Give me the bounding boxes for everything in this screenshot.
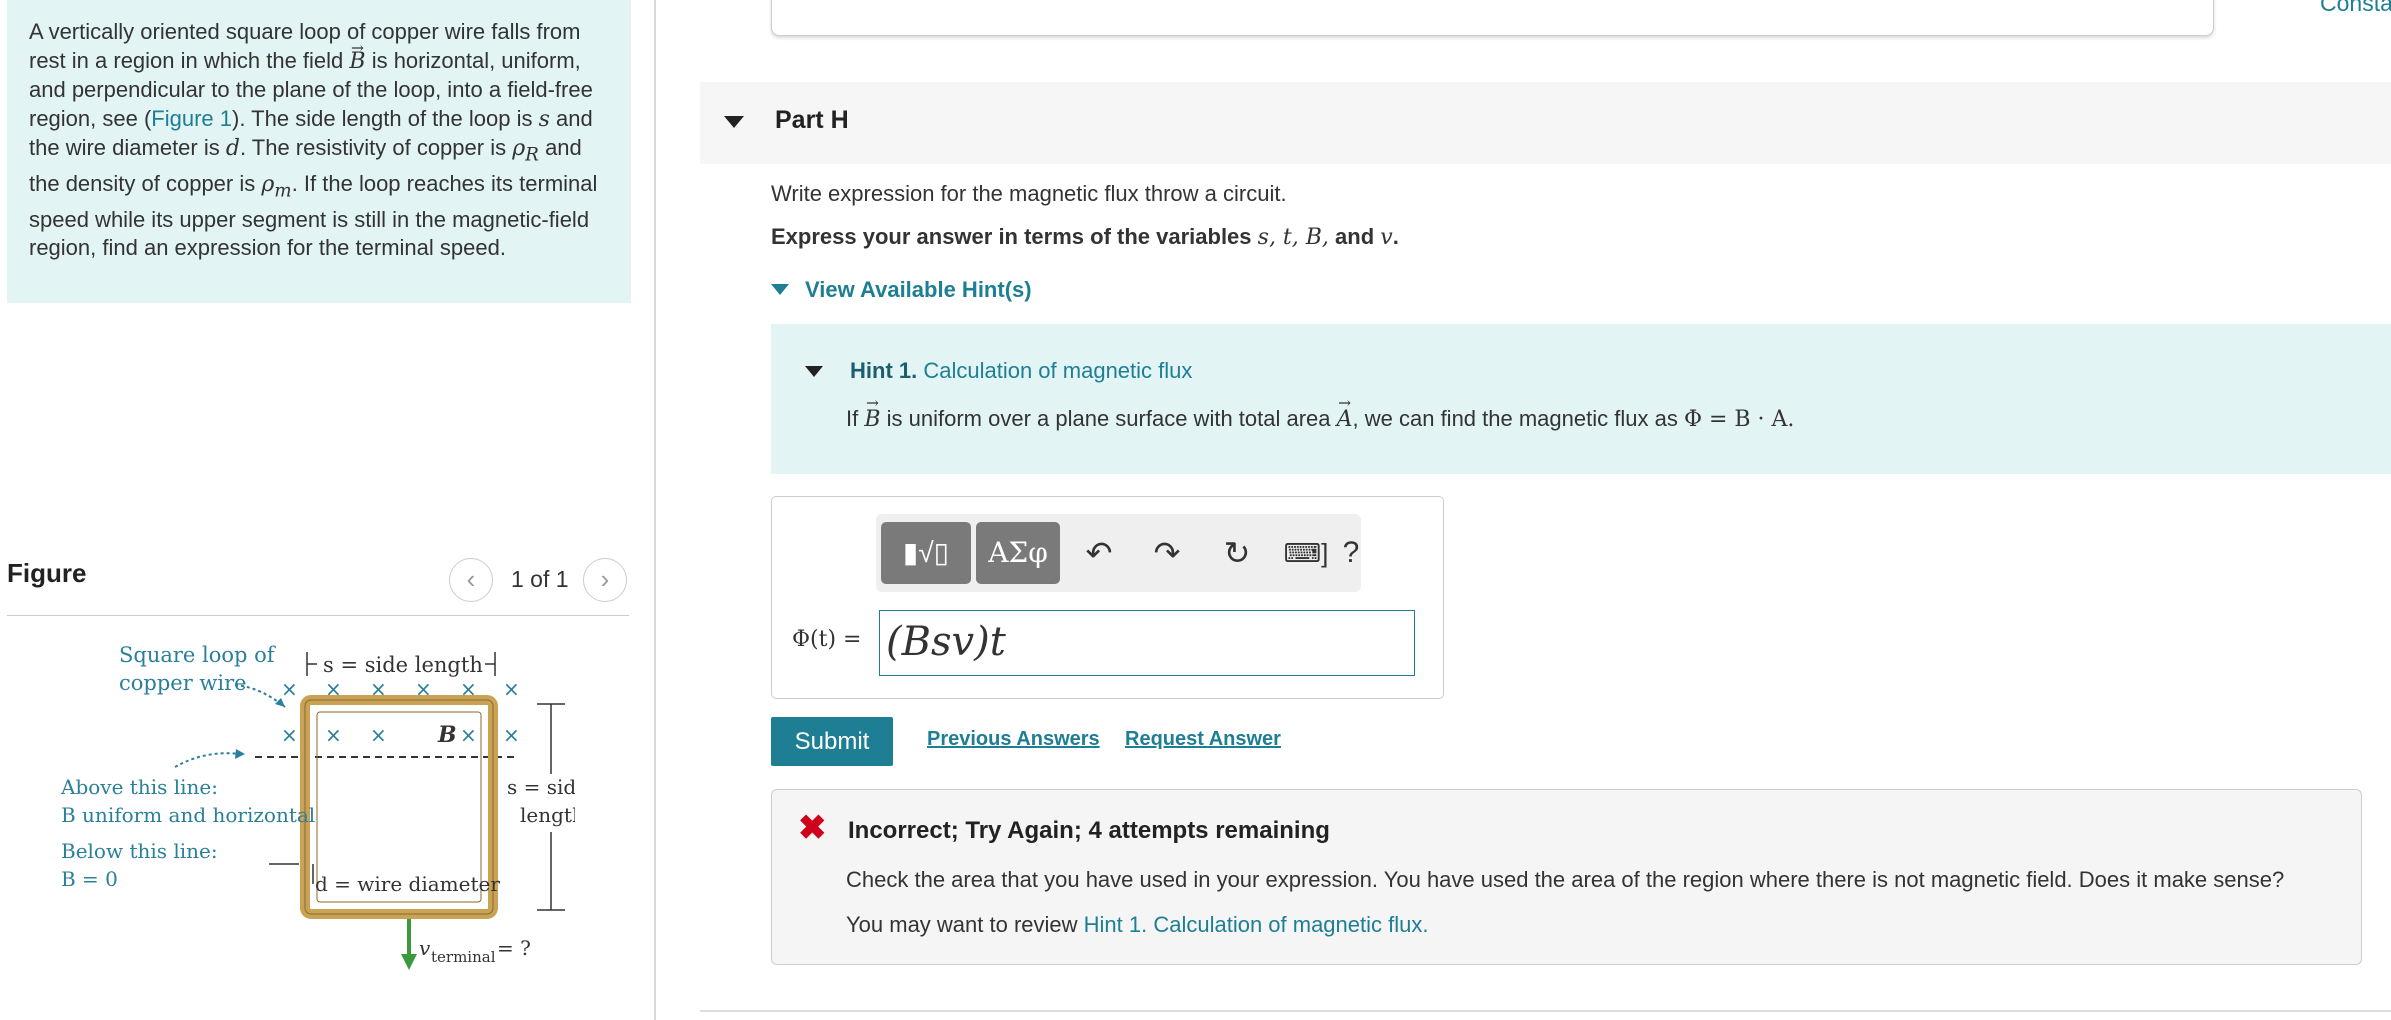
svg-text:×: ×: [503, 677, 520, 701]
figure-label-vterm-sub: terminal: [431, 948, 496, 966]
request-answer-link[interactable]: Request Answer: [1125, 728, 1281, 751]
figure-label-below-1: Below this line:: [61, 839, 218, 863]
help-button[interactable]: ?: [1328, 530, 1374, 576]
figure-label-above-2: B uniform and horizontal: [61, 803, 315, 827]
templates-icon[interactable]: ▮√▯: [881, 522, 971, 584]
figure-pager-text: 1 of 1: [511, 566, 569, 592]
figure-link[interactable]: Figure 1: [151, 106, 232, 131]
feedback-message: Check the area that you have used in you…: [846, 867, 2285, 892]
keyboard-icon[interactable]: ⌨]: [1280, 530, 1332, 576]
chevron-left-icon[interactable]: ‹: [449, 558, 493, 602]
answer-box: ▮√▯ ΑΣφ ↶ ↷ ↻ ⌨] ? Φ(t) = (Bsv)t: [771, 496, 1444, 699]
previous-part-card: [771, 0, 2214, 36]
express-instruction: Express your answer in terms of the vari…: [771, 224, 1399, 250]
answer-input[interactable]: (Bsv)t: [879, 610, 1415, 676]
loop-figure: Square loop of copper wire s = side leng…: [60, 643, 575, 970]
reset-icon[interactable]: ↻: [1214, 530, 1260, 576]
problem-statement: A vertically oriented square loop of cop…: [7, 0, 631, 303]
figure-label-vterm-eq: = ?: [497, 936, 531, 960]
feedback-review: You may want to review Hint 1. Calculati…: [846, 912, 1429, 937]
figure-label-side-right-2: length: [520, 803, 575, 827]
symbols-button[interactable]: ΑΣφ: [976, 522, 1060, 584]
caret-down-icon[interactable]: [724, 116, 744, 128]
figure-label-loop-1: Square loop of: [119, 643, 277, 667]
problem-text: A vertically oriented square loop of cop…: [29, 18, 609, 263]
feedback-title: Incorrect; Try Again; 4 attempts remaini…: [848, 817, 1330, 844]
figure-label-vterm: v: [419, 936, 431, 960]
answer-label: Φ(t) =: [792, 627, 862, 652]
part-title: Part H: [775, 106, 849, 134]
figure-label-diameter: d = wire diameter: [315, 872, 500, 896]
math-toolbar: ▮√▯ ΑΣφ ↶ ↷ ↻ ⌨] ?: [876, 514, 1361, 592]
hint-panel: Hint 1. Calculation of magnetic flux If …: [771, 324, 2391, 474]
previous-answers-link[interactable]: Previous Answers: [927, 728, 1100, 751]
svg-text:×: ×: [281, 723, 298, 747]
figure-label-B: B: [437, 722, 457, 748]
svg-text:×: ×: [503, 723, 520, 747]
figure-label-side-top: s = side length: [323, 653, 483, 677]
var-B: B: [349, 48, 365, 77]
figure-label-loop-2: copper wire: [119, 671, 247, 695]
svg-text:×: ×: [370, 723, 387, 747]
redo-icon[interactable]: ↷: [1144, 530, 1190, 576]
hint-review-link[interactable]: Hint 1. Calculation of magnetic flux.: [1084, 912, 1429, 937]
caret-down-icon: [771, 283, 789, 295]
figure-header: Figure ‹ 1 of 1 ›: [7, 550, 629, 616]
submit-button[interactable]: Submit: [771, 717, 893, 766]
svg-text:×: ×: [281, 677, 298, 701]
undo-icon[interactable]: ↶: [1076, 530, 1122, 576]
error-x-icon: ✖: [798, 809, 827, 847]
part-header[interactable]: Part H: [700, 82, 2391, 164]
svg-text:×: ×: [460, 723, 477, 747]
caret-down-icon[interactable]: [805, 366, 823, 377]
figure-label-below-2: B = 0: [61, 867, 118, 891]
feedback-box: ✖ Incorrect; Try Again; 4 attempts remai…: [771, 789, 2362, 965]
constants-link[interactable]: Consta: [2320, 0, 2391, 17]
hint-body: If B is uniform over a plane surface wit…: [846, 406, 1794, 432]
figure-label-above-1: Above this line:: [60, 775, 218, 799]
chevron-right-icon[interactable]: ›: [583, 558, 627, 602]
figure-label-side-right-1: s = side: [507, 775, 575, 799]
view-hints-toggle[interactable]: View Available Hint(s): [771, 277, 1032, 303]
bottom-divider: [700, 1010, 2391, 1012]
hint-title[interactable]: Hint 1. Calculation of magnetic flux: [850, 358, 1192, 384]
part-instruction: Write expression for the magnetic flux t…: [771, 181, 1287, 206]
figure-title: Figure: [7, 558, 87, 588]
svg-text:×: ×: [325, 723, 342, 747]
panel-divider: [654, 0, 656, 1020]
